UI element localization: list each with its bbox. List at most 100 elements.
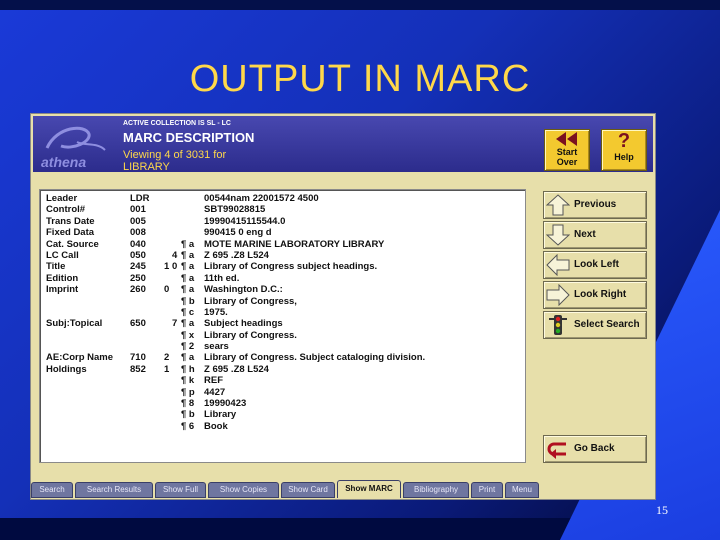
marc-indicator-1: 1 [164,261,170,273]
marc-indicator-2: 4 [172,249,178,261]
slide-number: 15 [656,503,668,517]
marc-subfield-code: ¶ a [181,249,195,261]
marc-subfield-code: ¶ x [181,329,195,341]
marc-indicator-1: 2 [164,352,170,364]
traffic-light-icon [549,315,567,335]
marc-tag: 040 [130,238,146,250]
marc-field-label: Edition [46,272,79,284]
marc-field-value: 4427 [204,386,226,398]
marc-subfield-code: ¶ 8 [181,398,195,410]
go-back-label: Go Back [574,443,615,454]
marc-field-value: 00544nam 22001572 4500 [204,193,319,204]
marc-field-value: Library [204,409,237,421]
marc-indicator-2: 0 [172,261,178,273]
marc-subfield-code: ¶ b [181,409,195,421]
marc-record-panel[interactable]: Leader LDR 00544nam 22001572 4500 Control# 0… [39,189,526,463]
marc-field-label: Imprint [46,284,79,296]
marc-tag: 005 [130,215,146,227]
marc-subfield-code: ¶ 2 [181,341,195,353]
marc-field-value: Book [204,420,228,432]
top-decor-bar [0,0,720,10]
marc-field-value: Library of Congress. [204,329,297,341]
marc-field-label: Leader [46,193,78,204]
left-arrow-icon [546,254,570,276]
marc-subfield-code: ¶ a [181,238,195,250]
marc-subfield-code: ¶ a [181,352,195,364]
tab-bibliography[interactable]: Bibliography [403,482,469,498]
marc-indicator-1: 0 [164,284,170,296]
next-label: Next [574,229,596,240]
viewing-line-1: Viewing 4 of 3031 for [123,149,227,161]
marc-field-value: Washington D.C.: [204,284,283,296]
look-right-button[interactable]: Look Right [543,281,647,309]
viewing-status: Viewing 4 of 3031 for LIBRARY [123,149,293,173]
marc-tag: 260 [130,284,146,296]
marc-field-value: 990415 0 eng d [204,227,272,239]
question-mark-icon: ? [617,130,631,152]
marc-field-label: Title [46,261,66,273]
marc-indicator-2: 7 [172,318,178,330]
bottom-tab-bar: Search Search Results Show Full Show Copies… [31,480,655,498]
start-over-label-1: Start [556,147,578,157]
tab-show-full[interactable]: Show Full [155,482,206,498]
start-over-label-2: Over [556,157,578,167]
marc-subfield-code: ¶ 6 [181,420,195,432]
next-button[interactable]: Next [543,221,647,249]
tab-search-results[interactable]: Search Results [75,482,153,498]
marc-tag: 001 [130,204,146,216]
marc-field-label: Cat. Source [46,238,99,250]
help-button[interactable]: ? Help [601,129,647,171]
marc-subfield-code: ¶ h [181,363,195,375]
marc-tag: 650 [130,318,146,330]
look-left-button[interactable]: Look Left [543,251,647,279]
select-search-button[interactable]: Select Search [543,311,647,339]
marc-field-value: Z 695 .Z8 L524 [204,249,269,261]
marc-field-label: Subj:Topical [46,318,103,330]
marc-tag: LDR [130,193,150,204]
marc-field-value: 19990423 [204,398,247,410]
marc-field-label: Control# [46,204,86,216]
marc-subfield-code: ¶ a [181,272,195,284]
marc-field-value: Library of Congress, [204,295,297,307]
marc-indicator-1: 1 [164,363,170,375]
tab-show-marc[interactable]: Show MARC [337,480,401,498]
marc-subfield-code: ¶ a [181,261,195,273]
marc-field-value: MOTE MARINE LABORATORY LIBRARY [204,238,385,250]
marc-tag: 710 [130,352,146,364]
go-back-button[interactable]: Go Back [543,435,647,463]
marc-field-value: Library of Congress subject headings. [204,261,378,273]
marc-field-value: REF [204,375,223,387]
marc-subfield-code: ¶ k [181,375,195,387]
right-arrow-icon [546,284,570,306]
up-arrow-icon [546,194,570,216]
marc-subfield-code: ¶ c [181,306,195,318]
marc-subfield-code: ¶ p [181,386,195,398]
down-arrow-icon [546,224,570,246]
marc-field-label: AE:Corp Name [46,352,114,364]
athena-window: athena ACTIVE COLLECTION IS SL - LC MARC… [30,113,656,500]
marc-subfield-code: ¶ a [181,284,195,296]
tab-show-copies[interactable]: Show Copies [208,482,279,498]
tab-print[interactable]: Print [471,482,503,498]
marc-field-value: 1975. [204,306,228,318]
logo-text: athena [41,154,87,170]
marc-tag: 008 [130,227,146,239]
marc-field-value: SBT99028815 [204,204,266,216]
screen-title: MARC DESCRIPTION [123,130,255,145]
active-collection-label: ACTIVE COLLECTION IS SL - LC [123,120,231,127]
tab-menu[interactable]: Menu [505,482,539,498]
tab-show-card[interactable]: Show Card [281,482,335,498]
start-over-button[interactable]: Start Over [544,129,590,171]
look-right-label: Look Right [574,289,627,300]
double-left-arrow-icon [556,132,577,146]
marc-field-value: sears [204,341,229,353]
previous-button[interactable]: Previous [543,191,647,219]
marc-tag: 050 [130,249,146,261]
select-search-label: Select Search [574,319,640,330]
marc-field-label: LC Call [46,249,79,261]
look-left-label: Look Left [574,259,619,270]
tab-search[interactable]: Search [31,482,73,498]
marc-field-value: 19990415115544.0 [204,215,286,227]
marc-field-value: 11th ed. [204,272,240,284]
marc-subfield-code: ¶ b [181,295,195,307]
